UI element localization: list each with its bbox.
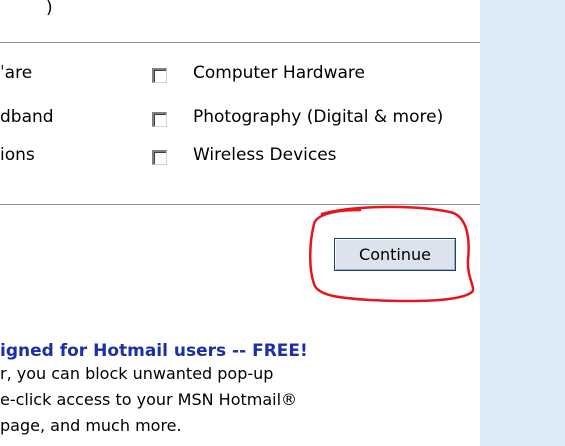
page: ) ˈare Computer Hardware dband Photograp… (0, 0, 565, 446)
side-panel (480, 0, 565, 446)
checkbox-photography[interactable] (152, 112, 167, 127)
category-label-photography: Photography (Digital & more) (193, 107, 444, 127)
category-label-wireless-devices: Wireless Devices (193, 145, 337, 165)
category-label-left-2: dband (0, 107, 54, 127)
category-label-left-1: ˈare (0, 63, 33, 83)
divider-bottom (0, 204, 480, 206)
promo-line-1: r, you can block unwanted pop-up (0, 364, 274, 383)
continue-button[interactable]: Continue (334, 238, 456, 271)
divider-top (0, 42, 480, 44)
promo-line-3: page, and much more. (0, 416, 182, 435)
clipped-top-text: ) (46, 0, 53, 18)
checkbox-computer-hardware[interactable] (152, 68, 167, 83)
category-label-left-3: ions (0, 145, 35, 165)
promo-headline: igned for Hotmail users -- FREE! (0, 341, 308, 361)
checkbox-wireless-devices[interactable] (152, 150, 167, 165)
promo-line-2: e-click access to your MSN Hotmail® (0, 390, 298, 409)
category-label-computer-hardware: Computer Hardware (193, 63, 365, 83)
